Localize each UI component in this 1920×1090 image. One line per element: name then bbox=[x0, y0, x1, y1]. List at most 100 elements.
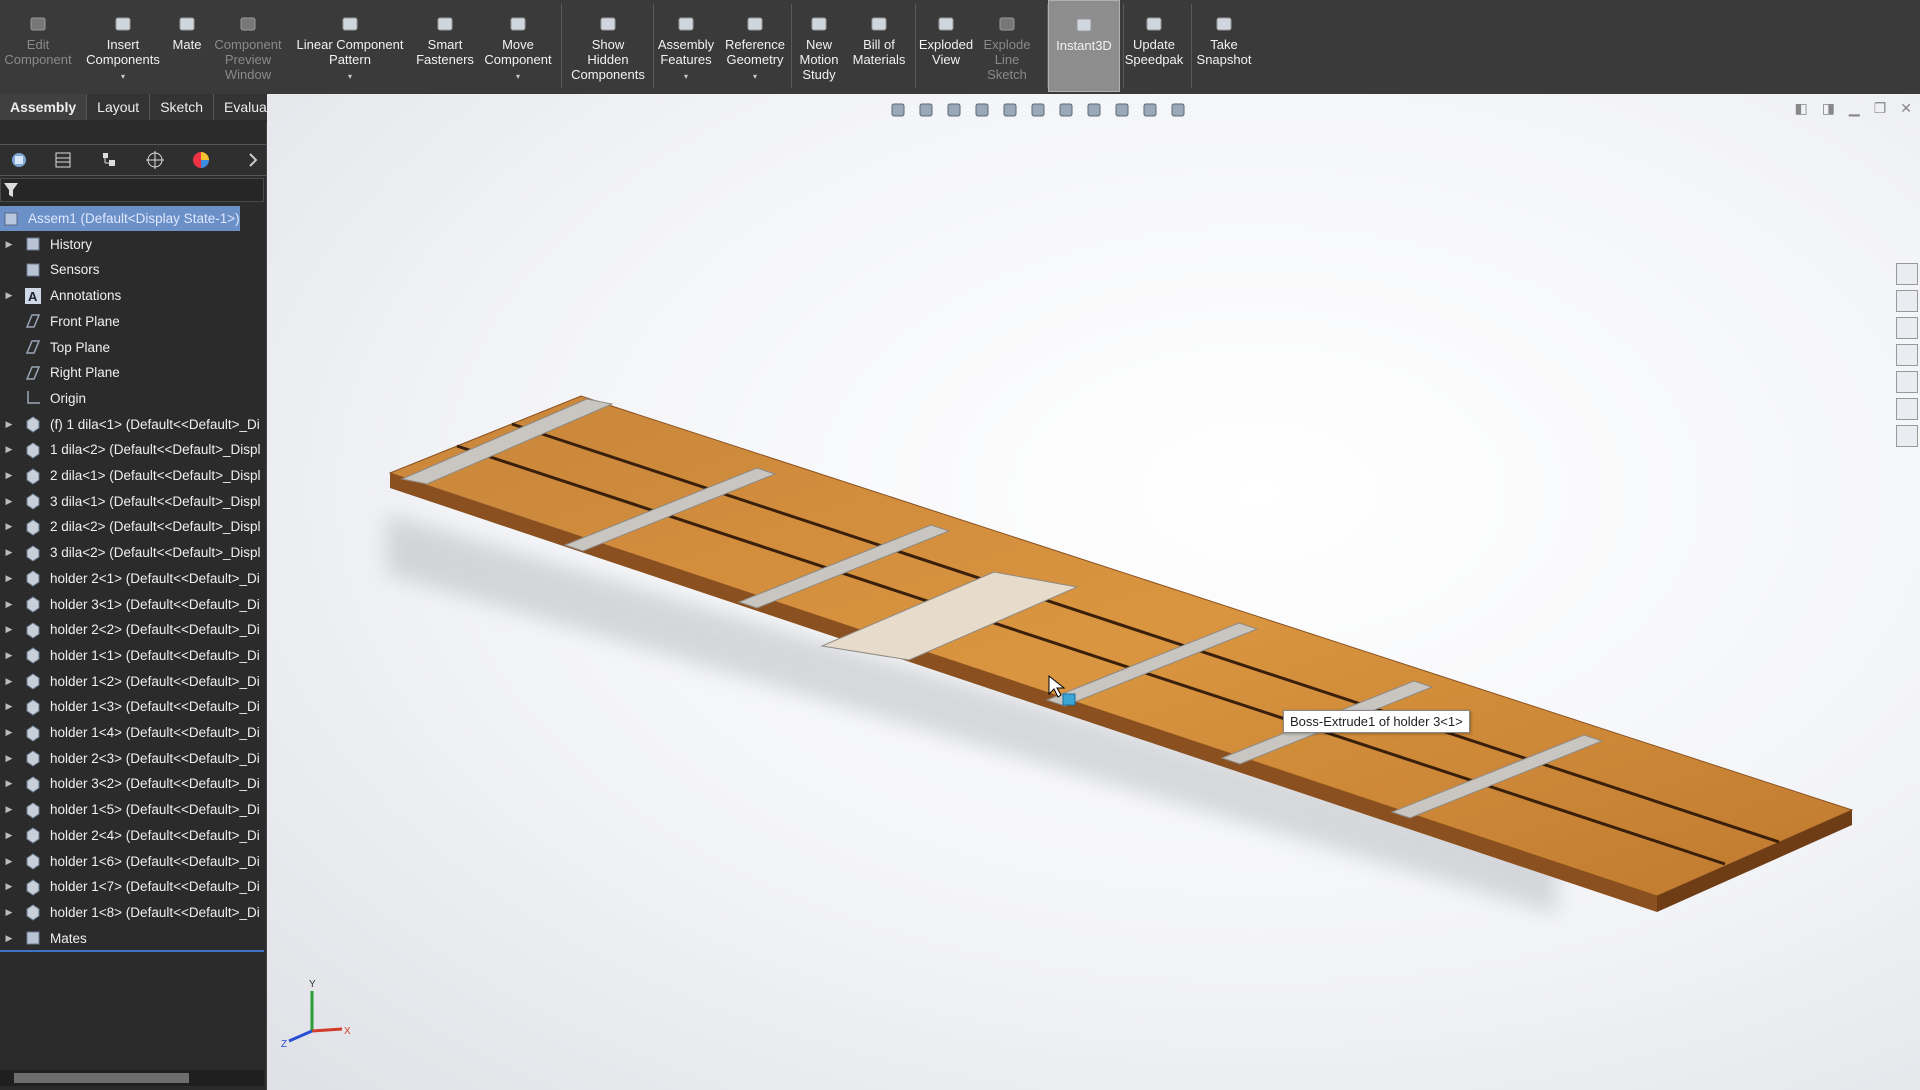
mate-icon bbox=[177, 14, 197, 34]
tree-item[interactable]: ▶ holder 1<3> (Default<<Default>_Di bbox=[0, 694, 266, 719]
expand-arrow-icon[interactable]: ▶ bbox=[2, 521, 16, 532]
assembly-model[interactable]: Y X Z bbox=[267, 94, 1920, 1090]
tree-item[interactable]: ▶ holder 1<5> (Default<<Default>_Di bbox=[0, 797, 266, 822]
ribbon-button-label: Mate bbox=[172, 37, 202, 52]
expand-arrow-icon[interactable]: ▶ bbox=[2, 290, 16, 301]
tree-item[interactable]: ▶ holder 3<2> (Default<<Default>_Di bbox=[0, 771, 266, 796]
tree-item[interactable]: ▶ 3 dila<2> (Default<<Default>_Displ bbox=[0, 540, 266, 565]
tab-sketch[interactable]: Sketch bbox=[150, 94, 215, 120]
dropdown-arrow-icon[interactable]: ▾ bbox=[684, 69, 688, 84]
tree-item[interactable]: ▶ holder 2<1> (Default<<Default>_Di bbox=[0, 566, 266, 591]
tree-item[interactable]: ▶ 2 dila<1> (Default<<Default>_Displ bbox=[0, 463, 266, 488]
tree-item[interactable]: Right Plane bbox=[0, 360, 266, 385]
property-manager-tab-icon[interactable] bbox=[48, 149, 78, 171]
scrollbar-thumb[interactable] bbox=[14, 1073, 189, 1083]
dimxpert-tab-icon[interactable] bbox=[140, 149, 170, 171]
expand-arrow-icon[interactable]: ▶ bbox=[2, 599, 16, 610]
tree-item[interactable]: ▶ 3 dila<1> (Default<<Default>_Displ bbox=[0, 489, 266, 514]
task-pane-appearances-icon[interactable] bbox=[1896, 371, 1918, 393]
bom-button[interactable]: Bill of Materials bbox=[850, 0, 908, 92]
preview-window-button[interactable]: Component Preview Window bbox=[208, 0, 288, 92]
panel-expand-arrow-icon[interactable] bbox=[238, 149, 268, 171]
dropdown-arrow-icon[interactable]: ▾ bbox=[753, 69, 757, 84]
expand-arrow-icon[interactable]: ▶ bbox=[2, 650, 16, 661]
expand-arrow-icon[interactable]: ▶ bbox=[2, 778, 16, 789]
tree-item[interactable]: Front Plane bbox=[0, 309, 266, 334]
expand-arrow-icon[interactable]: ▶ bbox=[2, 470, 16, 481]
dropdown-arrow-icon[interactable]: ▾ bbox=[348, 69, 352, 84]
tree-item[interactable]: Origin bbox=[0, 386, 266, 411]
task-pane-explorer-icon[interactable] bbox=[1896, 317, 1918, 339]
expand-arrow-icon[interactable]: ▶ bbox=[2, 239, 16, 250]
feature-manager-tab-icon[interactable] bbox=[4, 149, 34, 171]
expand-arrow-icon[interactable]: ▶ bbox=[2, 676, 16, 687]
tab-assembly[interactable]: Assembly bbox=[0, 94, 88, 120]
tree-item[interactable]: ▶ Mates bbox=[0, 926, 266, 951]
expand-arrow-icon[interactable]: ▶ bbox=[2, 881, 16, 892]
expand-arrow-icon[interactable]: ▶ bbox=[2, 933, 16, 944]
ribbon-button-label: Move Component bbox=[484, 37, 552, 67]
expand-arrow-icon[interactable]: ▶ bbox=[2, 419, 16, 430]
expand-arrow-icon[interactable]: ▶ bbox=[2, 830, 16, 841]
linear-pattern-button[interactable]: Linear Component Pattern ▾ bbox=[290, 0, 410, 92]
expand-arrow-icon[interactable]: ▶ bbox=[2, 804, 16, 815]
expand-arrow-icon[interactable]: ▶ bbox=[2, 701, 16, 712]
expand-arrow-icon[interactable]: ▶ bbox=[2, 573, 16, 584]
instant3d-button[interactable]: Instant3D bbox=[1048, 0, 1120, 92]
tree-item[interactable]: ▶ holder 2<4> (Default<<Default>_Di bbox=[0, 823, 266, 848]
configuration-manager-tab-icon[interactable] bbox=[94, 149, 124, 171]
explode-line-button[interactable]: Explode Line Sketch bbox=[978, 0, 1036, 92]
tree-filter-field[interactable] bbox=[0, 178, 264, 202]
tree-item[interactable]: ▶ holder 1<1> (Default<<Default>_Di bbox=[0, 643, 266, 668]
tree-rollback-bar[interactable] bbox=[0, 950, 264, 953]
expand-arrow-icon[interactable]: ▶ bbox=[2, 624, 16, 635]
task-pane-properties-icon[interactable] bbox=[1896, 398, 1918, 420]
move-component-button[interactable]: Move Component ▾ bbox=[478, 0, 558, 92]
motion-study-button[interactable]: New Motion Study bbox=[792, 0, 846, 92]
mate-button[interactable]: Mate bbox=[168, 0, 206, 92]
expand-arrow-icon[interactable]: ▶ bbox=[2, 907, 16, 918]
task-pane-palette-icon[interactable] bbox=[1896, 344, 1918, 366]
tree-item[interactable]: ▶ holder 1<4> (Default<<Default>_Di bbox=[0, 720, 266, 745]
task-pane-library-icon[interactable] bbox=[1896, 290, 1918, 312]
graphics-viewport[interactable]: ◧ ◨ ▁ ❐ ✕ Y X Z Boss-Extrude1 of holder … bbox=[267, 94, 1920, 1090]
dropdown-arrow-icon[interactable]: ▾ bbox=[516, 69, 520, 84]
expand-arrow-icon[interactable]: ▶ bbox=[2, 547, 16, 558]
tree-item[interactable]: ▶ holder 1<2> (Default<<Default>_Di bbox=[0, 669, 266, 694]
dropdown-arrow-icon[interactable]: ▾ bbox=[121, 69, 125, 84]
tree-item[interactable]: ▶ holder 1<6> (Default<<Default>_Di bbox=[0, 849, 266, 874]
tree-item[interactable]: ▶ History bbox=[0, 232, 266, 257]
expand-arrow-icon[interactable]: ▶ bbox=[2, 727, 16, 738]
edit-component-button[interactable]: Edit Component bbox=[0, 0, 76, 92]
tree-item[interactable]: ▶ 1 dila<2> (Default<<Default>_Displ bbox=[0, 437, 266, 462]
exploded-view-button[interactable]: Exploded View bbox=[916, 0, 976, 92]
insert-components-button[interactable]: Insert Components ▾ bbox=[80, 0, 166, 92]
snapshot-button[interactable]: Take Snapshot bbox=[1192, 0, 1256, 92]
expand-arrow-icon[interactable]: ▶ bbox=[2, 753, 16, 764]
expand-arrow-icon[interactable]: ▶ bbox=[2, 444, 16, 455]
task-pane-forum-icon[interactable] bbox=[1896, 425, 1918, 447]
tree-item[interactable]: ▶ holder 1<7> (Default<<Default>_Di bbox=[0, 874, 266, 899]
plank-top-face[interactable] bbox=[388, 395, 1854, 897]
tree-root-assembly[interactable]: Assem1 (Default<Display State-1>) bbox=[0, 206, 240, 231]
tab-layout[interactable]: Layout bbox=[87, 94, 151, 120]
tree-item[interactable]: Sensors bbox=[0, 257, 266, 282]
assembly-features-button[interactable]: Assembly Features ▾ bbox=[654, 0, 718, 92]
tree-item[interactable]: ▶ holder 3<1> (Default<<Default>_Di bbox=[0, 592, 266, 617]
smart-fasteners-button[interactable]: Smart Fasteners bbox=[414, 0, 476, 92]
tree-item[interactable]: ▶ holder 2<3> (Default<<Default>_Di bbox=[0, 746, 266, 771]
expand-arrow-icon[interactable]: ▶ bbox=[2, 856, 16, 867]
tree-item[interactable]: ▶ holder 1<8> (Default<<Default>_Di bbox=[0, 900, 266, 925]
speedpak-button[interactable]: Update Speedpak bbox=[1124, 0, 1184, 92]
tree-item[interactable]: Top Plane bbox=[0, 335, 266, 360]
task-pane-home-icon[interactable] bbox=[1896, 263, 1918, 285]
tree-item[interactable]: ▶ 2 dila<2> (Default<<Default>_Displ bbox=[0, 514, 266, 539]
expand-arrow-icon[interactable]: ▶ bbox=[2, 496, 16, 507]
reference-geometry-button[interactable]: Reference Geometry ▾ bbox=[720, 0, 790, 92]
tree-item[interactable]: ▶ holder 2<2> (Default<<Default>_Di bbox=[0, 617, 266, 642]
panel-horizontal-scrollbar[interactable] bbox=[0, 1070, 264, 1086]
show-hidden-button[interactable]: Show Hidden Components bbox=[562, 0, 654, 92]
display-manager-tab-icon[interactable] bbox=[186, 149, 216, 171]
tree-item[interactable]: ▶ A Annotations bbox=[0, 283, 266, 308]
tree-item[interactable]: ▶ (f) 1 dila<1> (Default<<Default>_Di bbox=[0, 412, 266, 437]
